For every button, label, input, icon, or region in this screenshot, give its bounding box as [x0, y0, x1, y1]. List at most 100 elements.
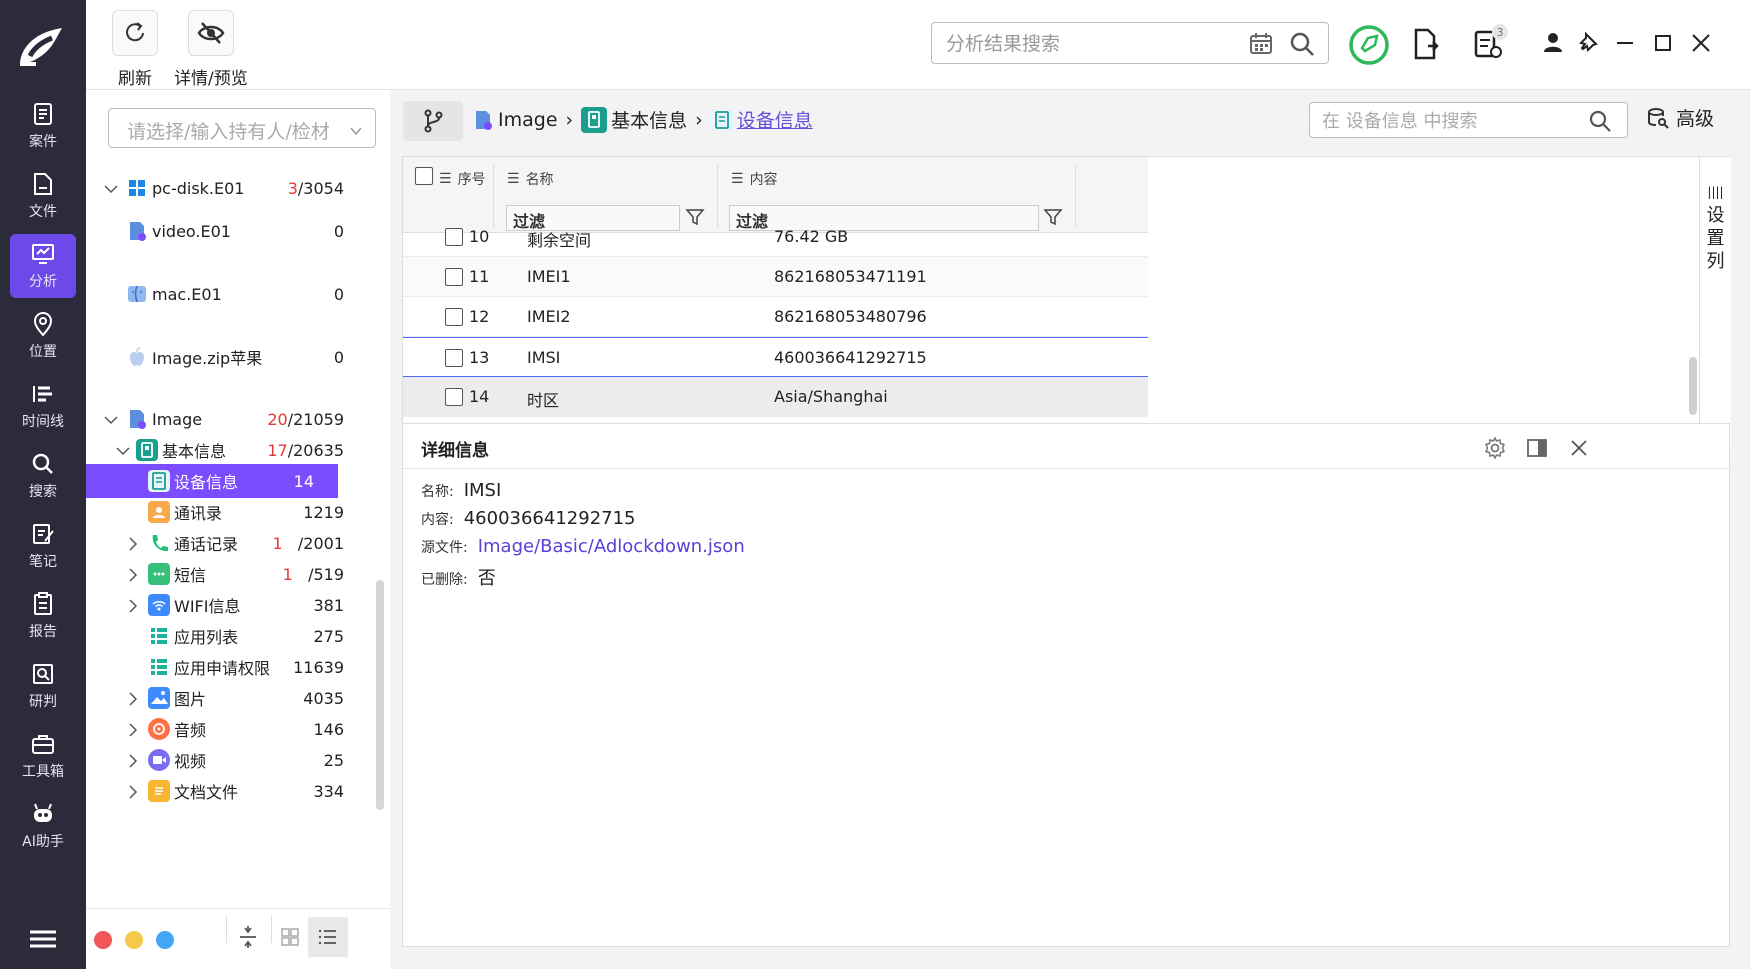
row-checkbox[interactable]	[445, 349, 463, 367]
tree-item-app-permissions[interactable]: 应用申请权限 11639	[86, 650, 368, 684]
tree-item-count: 334	[313, 781, 344, 801]
user-icon[interactable]	[1538, 28, 1568, 58]
tree-item-documents[interactable]: 文档文件 334	[86, 774, 368, 808]
tree-item-image-zip[interactable]: Image.zip苹果 0	[86, 340, 368, 374]
tree-item-call-log[interactable]: 通话记录 1 /2001	[86, 526, 368, 560]
row-checkbox[interactable]	[445, 268, 463, 286]
search-icon[interactable]	[1588, 109, 1612, 133]
table-row-focused[interactable]: 13 IMSI 460036641292715	[403, 337, 1148, 557]
blue-tag-filter[interactable]	[156, 931, 174, 949]
table-scrollbar[interactable]	[1689, 357, 1697, 415]
chevron-down-icon[interactable]	[104, 412, 118, 426]
minimize-icon[interactable]	[1610, 28, 1640, 58]
nav-toolbox[interactable]: 工具箱	[10, 724, 76, 788]
owner-select[interactable]: 请选择/输入持有人/检材	[108, 108, 376, 148]
maximize-icon[interactable]	[1648, 28, 1678, 58]
close-icon[interactable]	[1686, 28, 1716, 58]
column-header-content[interactable]: ☰ 内容	[731, 165, 778, 193]
list-view-icon[interactable]	[308, 917, 348, 957]
tree-item-image[interactable]: Image 20/21059	[86, 402, 368, 436]
tree-item-contacts[interactable]: 通讯录 1219	[86, 495, 368, 529]
sidebar-scrollbar[interactable]	[376, 580, 384, 810]
detail-field-content: 内容: 460036641292715	[421, 508, 636, 529]
row-checkbox[interactable]	[445, 308, 463, 326]
chevron-right-icon[interactable]	[126, 753, 140, 768]
refresh-button[interactable]: 刷新	[112, 10, 158, 89]
table-search-input[interactable]	[1322, 109, 1572, 133]
chevron-right-icon[interactable]	[126, 722, 140, 737]
detail-field-value: IMSI	[463, 480, 502, 501]
breadcrumb-image[interactable]: Image	[498, 109, 558, 131]
chevron-down-icon[interactable]	[116, 443, 130, 457]
chevron-right-icon[interactable]	[126, 598, 140, 613]
row-index: 13	[469, 348, 490, 367]
analysis-search-input[interactable]	[946, 31, 1226, 57]
menu-icon[interactable]	[26, 926, 60, 952]
column-header-index[interactable]: ☰ 序号	[439, 165, 486, 193]
chevron-down-icon[interactable]	[104, 181, 118, 195]
detail-preview-button[interactable]: 详情/预览	[174, 10, 248, 89]
breadcrumb-device-info[interactable]: 设备信息	[737, 106, 813, 133]
task-status-icon[interactable]	[1348, 24, 1390, 66]
tree-item-video[interactable]: video.E01 0	[86, 214, 368, 248]
eye-off-icon	[197, 22, 225, 44]
nav-timeline[interactable]: 时间线	[10, 374, 76, 438]
grid-view-icon[interactable]	[278, 925, 302, 949]
split-panel-icon[interactable]	[1525, 436, 1549, 460]
nav-note[interactable]: 笔记	[10, 514, 76, 578]
breadcrumb-basic-info[interactable]: 基本信息	[611, 106, 687, 133]
tree-item-sms[interactable]: 短信 1 /519	[86, 557, 368, 591]
chevron-right-icon[interactable]	[126, 784, 140, 799]
nav-analysis[interactable]: 分析	[10, 234, 76, 298]
chevron-right-icon[interactable]	[126, 567, 140, 582]
tree-item-pictures[interactable]: 图片 4035	[86, 681, 368, 715]
tree-item-audio[interactable]: 音频 146	[86, 712, 368, 746]
table-row[interactable]: 12 IMEI2 862168053480796	[403, 297, 1148, 337]
collapse-all-icon[interactable]	[236, 925, 260, 949]
chevron-right-icon[interactable]	[126, 691, 140, 706]
chevron-right-icon[interactable]	[126, 536, 140, 551]
row-checkbox[interactable]	[445, 228, 463, 246]
pin-icon[interactable]	[1574, 28, 1604, 58]
nav-case[interactable]: 案件	[10, 94, 76, 158]
nav-file[interactable]: 文件	[10, 164, 76, 228]
nav-report[interactable]: 报告	[10, 584, 76, 648]
audio-icon	[148, 718, 170, 740]
nav-search[interactable]: 搜索	[10, 444, 76, 508]
row-value: Asia/Shanghai	[774, 387, 888, 406]
settings-gear-icon[interactable]	[1483, 436, 1507, 460]
branch-view-button[interactable]	[403, 101, 463, 141]
nav-location[interactable]: 位置	[10, 304, 76, 368]
detail-field-value: 否	[477, 568, 496, 589]
tree-item-basic-info[interactable]: 基本信息 17/20635	[86, 433, 368, 467]
red-tag-filter[interactable]	[94, 931, 112, 949]
tree-item-label: WIFI信息	[174, 597, 241, 616]
tree-item-device-info[interactable]: 设备信息 14	[86, 464, 338, 498]
tree-item-video-files[interactable]: 视频 25	[86, 743, 368, 777]
calendar-icon[interactable]	[1248, 31, 1274, 57]
tree-item-mac[interactable]: mac.E01 0	[86, 277, 368, 311]
tree-item-wifi[interactable]: WIFI信息 381	[86, 588, 368, 622]
column-settings-button[interactable]: |||| 设置列	[1699, 157, 1731, 447]
task-list-icon[interactable]: 3	[1470, 24, 1508, 62]
search-icon[interactable]	[1288, 30, 1316, 58]
table-row[interactable]: 14 时区 Asia/Shanghai	[403, 377, 1148, 417]
table-row[interactable]: 10 剩余空间 76.42 GB	[403, 217, 1148, 257]
tree-item-pc-disk[interactable]: pc-disk.E01 3/3054	[86, 171, 368, 205]
chevron-right-icon: ›	[565, 108, 574, 131]
yellow-tag-filter[interactable]	[125, 931, 143, 949]
select-all-checkbox[interactable]	[415, 167, 433, 185]
source-file-link[interactable]: Image/Basic/Adlockdown.json	[478, 536, 745, 557]
nav-ai-assistant[interactable]: AI助手	[10, 794, 76, 858]
nav-judge[interactable]: 研判	[10, 654, 76, 718]
close-icon[interactable]	[1567, 436, 1591, 460]
row-checkbox[interactable]	[445, 388, 463, 406]
export-icon[interactable]	[1408, 26, 1444, 62]
column-header-name[interactable]: ☰ 名称	[507, 165, 554, 193]
table-row[interactable]: 11 IMEI1 862168053471191	[403, 257, 1148, 297]
tree-item-app-list[interactable]: 应用列表 275	[86, 619, 368, 653]
column-menu-icon: ☰	[439, 171, 452, 187]
advanced-search-button[interactable]: 高级	[1646, 104, 1714, 131]
detail-panel: 详细信息 名称: IMSI 内容: 460036641292715 源文件: I…	[402, 423, 1731, 947]
tree-item-count: 0	[333, 347, 344, 367]
